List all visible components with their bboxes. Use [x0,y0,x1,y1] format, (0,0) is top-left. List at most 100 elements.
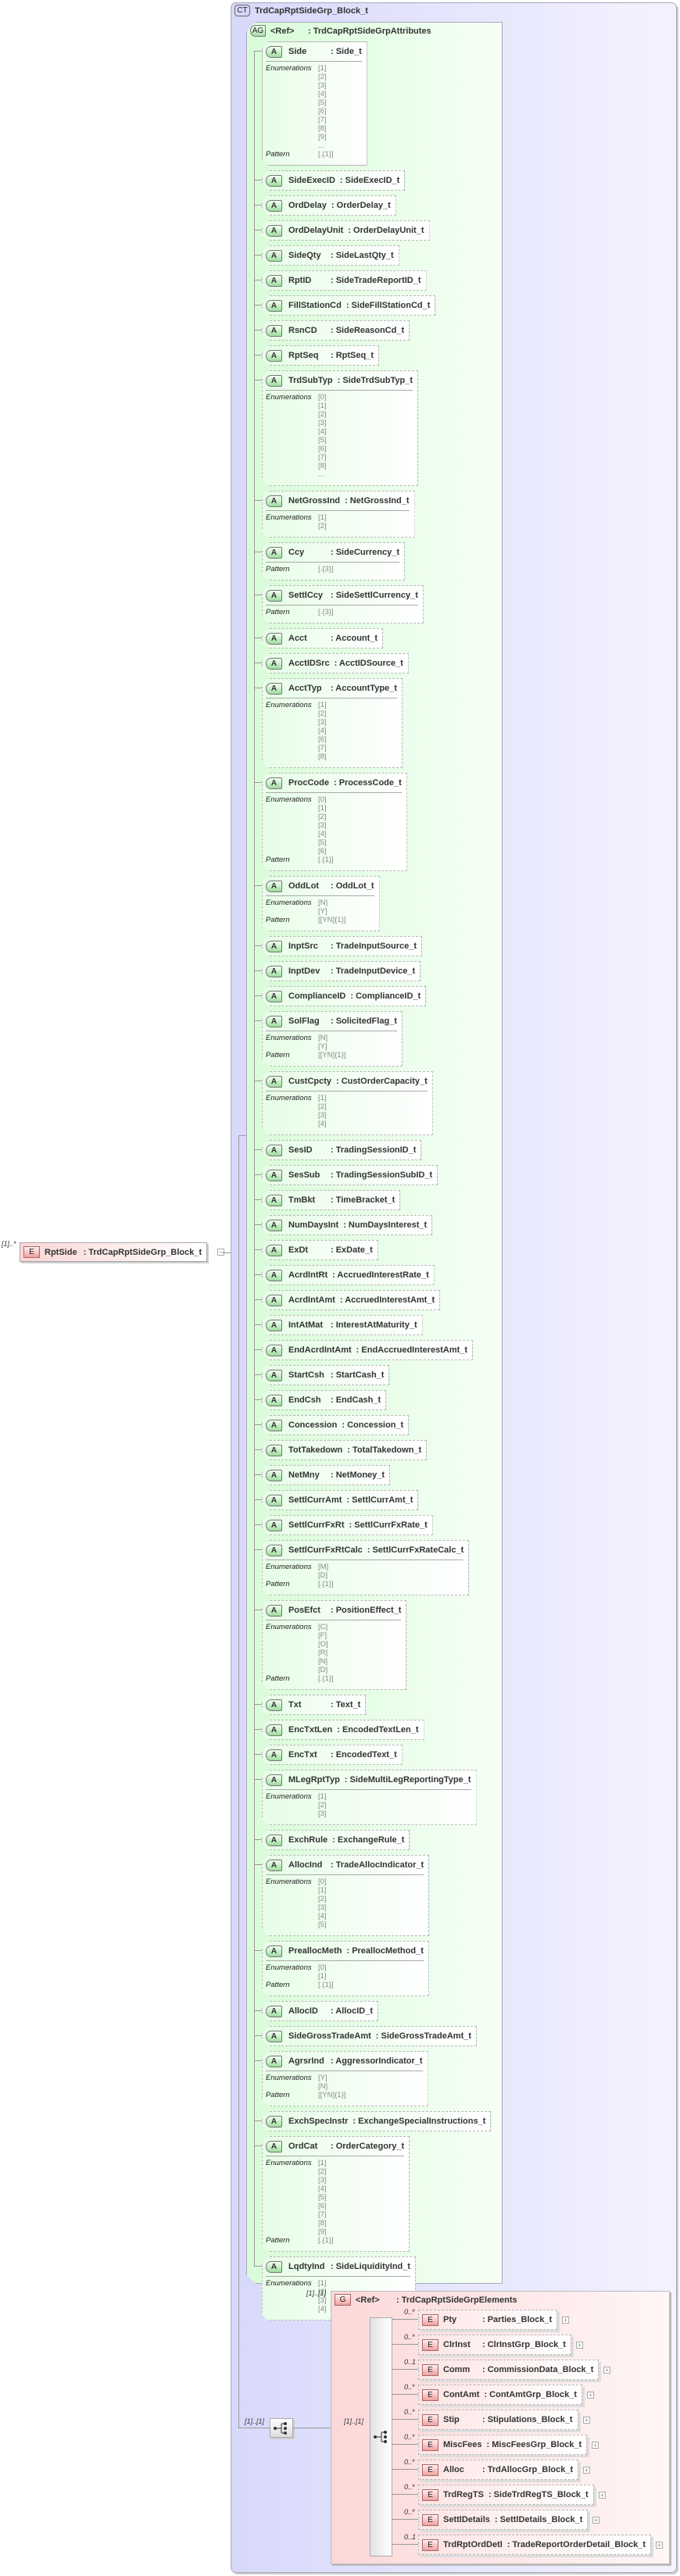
element-stip[interactable]: E Stip: Stipulations_Block_t [418,2410,578,2430]
attribute-acrdintamt[interactable]: A AcrdIntAmt: AccruedInterestAmt_t [262,1290,440,1310]
attribute-side[interactable]: A Side: Side_t Enumerations [1] [2] [3] [4] [5]… [262,41,367,166]
element-clrinst[interactable]: E ClrInst: ClrInstGrp_Block_t [418,2335,571,2355]
attribute-orddelayunit[interactable]: A OrdDelayUnit: OrderDelayUnit_t [262,220,430,241]
element-settldetails[interactable]: E SettlDetails: SettlDetails_Block_t [418,2510,589,2530]
attribute-solflag[interactable]: A SolFlag: SolicitedFlag_t Enumerations [N]… [262,1011,403,1066]
attribute-tmbkt[interactable]: A TmBkt: TimeBracket_t [262,1190,400,1210]
attribute-txt[interactable]: A Txt: Text_t [262,1695,366,1715]
attribute-mlegrpttyp[interactable]: A MLegRptTyp: SideMultiLegReportingType_t… [262,1770,477,1825]
attribute-inptsrc[interactable]: A InptSrc: TradeInputSource_t [262,936,422,956]
attribute-type: : AggressorIndicator_t [331,2056,423,2066]
attribute-settlcurrfxrt[interactable]: A SettlCurrFxRt: SettlCurrFxRate_t [262,1515,433,1535]
element-miscfees[interactable]: E MiscFees: MiscFeesGrp_Block_t [418,2435,588,2455]
element-pty[interactable]: E Pty: Parties_Block_t [418,2310,558,2330]
attribute-sideqty[interactable]: A SideQty: SideLastQty_t [262,245,399,266]
attribute-header: A Acct: Account_t [266,629,378,648]
group-header: G <Ref> : TrdCapRptSideGrpElements [335,2294,517,2306]
element-multiplicity: 0..* [404,2383,415,2391]
enumerations-label: Enumerations [266,701,312,709]
attribute-accttyp[interactable]: A AcctTyp: AccountType_t Enumerations [1] [2… [262,678,403,768]
attribute-endacrdintamt[interactable]: A EndAcrdIntAmt: EndAccruedInterestAmt_t [262,1340,473,1360]
element-alloc[interactable]: E Alloc: TrdAllocGrp_Block_t [418,2460,579,2480]
attribute-ccy[interactable]: A Ccy: SideCurrency_t Pattern [.{3}] [262,542,405,581]
expand-icon[interactable]: + [583,2467,590,2474]
enumeration-value: [8] [318,752,327,761]
element-contamt[interactable]: E ContAmt: ContAmtGrp_Block_t [418,2385,582,2405]
attribute-exchrule[interactable]: A ExchRule: ExchangeRule_t [262,1830,410,1850]
enumeration-row: [9] [266,133,362,141]
element-name: MiscFees [443,2440,482,2449]
enumerations-label: Enumerations [266,1034,312,1042]
attribute-tottakedown[interactable]: A TotTakedown: TotalTakedown_t [262,1440,427,1460]
attribute-exchspecinstr[interactable]: A ExchSpecInstr: ExchangeSpecialInstructi… [262,2111,491,2131]
element-trdregts[interactable]: E TrdRegTS: SideTrdRegTS_Block_t [418,2485,594,2505]
attribute-startcsh[interactable]: A StartCsh: StartCash_t [262,1365,389,1385]
attribute-enctxt[interactable]: A EncTxt: EncodedText_t [262,1745,403,1765]
attribute-settlcurramt[interactable]: A SettlCurrAmt: SettlCurrAmt_t [262,1490,418,1510]
pattern-value: [[YN]{1}] [318,1051,346,1059]
enumeration-value: [0] [318,795,327,804]
attribute-ordcat[interactable]: A OrdCat: OrderCategory_t Enumerations [1][… [262,2136,410,2252]
attribute-allocind[interactable]: A AllocInd: TradeAllocIndicator_t Enumerat… [262,1855,429,1936]
pattern-value: [[YN]{1}] [318,916,346,924]
enumeration-row: Enumerations [1] [266,513,410,522]
attribute-sideexecid[interactable]: A SideExecID: SideExecID_t [262,170,405,191]
expand-icon[interactable]: + [562,2317,569,2324]
attribute-trdsubtyp[interactable]: A TrdSubTyp: SideTrdSubTyp_t Enumerations [… [262,370,418,486]
expand-icon[interactable]: + [592,2442,599,2449]
attribute-sidegrosstradeamt[interactable]: A SideGrossTradeAmt: SideGrossTradeAmt_t [262,2026,477,2046]
attribute-settlcurrfxrtcalc[interactable]: A SettlCurrFxRtCalc: SettlCurrFxRateCalc_… [262,1540,469,1595]
attribute-sessub[interactable]: A SesSub: TradingSessionSubID_t [262,1165,438,1185]
attribute-netgrossind[interactable]: A NetGrossInd: NetGrossInd_t Enumerations [… [262,491,415,538]
expand-icon[interactable]: + [592,2517,599,2524]
attribute-acctidsrc[interactable]: A AcctIDSrc: AcctIDSource_t [262,653,409,673]
enumeration-row: [1] [266,804,402,813]
attribute-rsncd[interactable]: A RsnCD: SideReasonCd_t [262,320,410,341]
element-comm[interactable]: E Comm: CommissionData_Block_t [418,2360,599,2380]
attribute-endcsh[interactable]: A EndCsh: EndCash_t [262,1390,386,1410]
element-trdrptorddetl[interactable]: E TrdRptOrdDetl: TradeReportOrderDetail_B… [418,2535,652,2555]
enumeration-row: ... [266,470,413,479]
attribute-acct[interactable]: A Acct: Account_t [262,628,383,648]
attribute-rptseq[interactable]: A RptSeq: RptSeq_t [262,345,379,366]
expand-icon[interactable]: + [583,2417,590,2424]
attribute-complianceid[interactable]: A ComplianceID: ComplianceID_t [262,986,426,1006]
expand-icon[interactable]: + [587,2392,594,2399]
sequence-compositor[interactable] [270,2418,293,2438]
attribute-custcpcty[interactable]: A CustCpcty: CustOrderCapacity_t Enumerati… [262,1071,433,1135]
attribute-oddlot[interactable]: A OddLot: OddLot_t Enumerations [N] [Y] Patte… [262,876,380,931]
group-multiplicity: [1]..[1] [306,2289,327,2297]
enumeration-row: [2] [266,410,413,419]
enumeration-value: [6] [318,445,327,453]
attribute-inptdev[interactable]: A InptDev: TradeInputDevice_t [262,961,421,981]
attribute-sesid[interactable]: A SesID: TradingSessionID_t [262,1140,421,1160]
enumerations-label [266,1886,318,1895]
attribute-acrdintrt[interactable]: A AcrdIntRt: AccruedInterestRate_t [262,1265,435,1285]
attribute-fillstationcd[interactable]: A FillStationCd: SideFillStationCd_t [262,295,435,316]
expand-icon[interactable]: + [576,2342,583,2349]
attribute-orddelay[interactable]: A OrdDelay: OrderDelay_t [262,195,396,216]
enumeration-value: [5] [318,436,327,445]
attribute-concession[interactable]: A Concession: Concession_t [262,1415,409,1435]
attribute-enctxtlen[interactable]: A EncTxtLen: EncodedTextLen_t [262,1720,424,1740]
expand-icon[interactable]: + [603,2367,610,2374]
element-type: : Stipulations_Block_t [482,2415,573,2424]
expand-icon[interactable]: + [599,2492,606,2499]
attribute-intatmat[interactable]: A IntAtMat: InterestAtMaturity_t [262,1315,423,1335]
attribute-rptid[interactable]: A RptID: SideTradeReportID_t [262,270,427,291]
pattern-value: [.{1}] [318,856,334,864]
expand-icon[interactable]: + [656,2542,663,2549]
attribute-netmny[interactable]: A NetMny: NetMoney_t [262,1465,390,1485]
attribute-header: A SettlCcy: SideSettlCurrency_t [266,586,418,605]
attribute-settlccy[interactable]: A SettlCcy: SideSettlCurrency_t Pattern [.{… [262,585,424,623]
attribute-exdt[interactable]: A ExDt: ExDate_t [262,1240,378,1260]
attribute-agrsrind[interactable]: A AgrsrInd: AggressorIndicator_t Enumerati… [262,2051,428,2106]
attribute-type: : AcctIDSource_t [334,659,403,668]
attribute-proccode[interactable]: A ProcCode: ProcessCode_t Enumerations [0][… [262,773,407,871]
attribute-allocid[interactable]: A AllocID: AllocID_t [262,2001,378,2021]
attribute-preallocmeth[interactable]: A PreallocMeth: PreallocMethod_t Enumerati… [262,1941,429,1996]
attribute-numdaysint[interactable]: A NumDaysInt: NumDaysInterest_t [262,1215,432,1235]
root-element-rptside[interactable]: E RptSide : TrdCapRptSideGrp_Block_t [20,1242,208,1262]
group-sequence-compositor[interactable] [370,2317,392,2556]
attribute-posefct[interactable]: A PosEfct: PositionEffect_t Enumerations [C… [262,1600,406,1690]
